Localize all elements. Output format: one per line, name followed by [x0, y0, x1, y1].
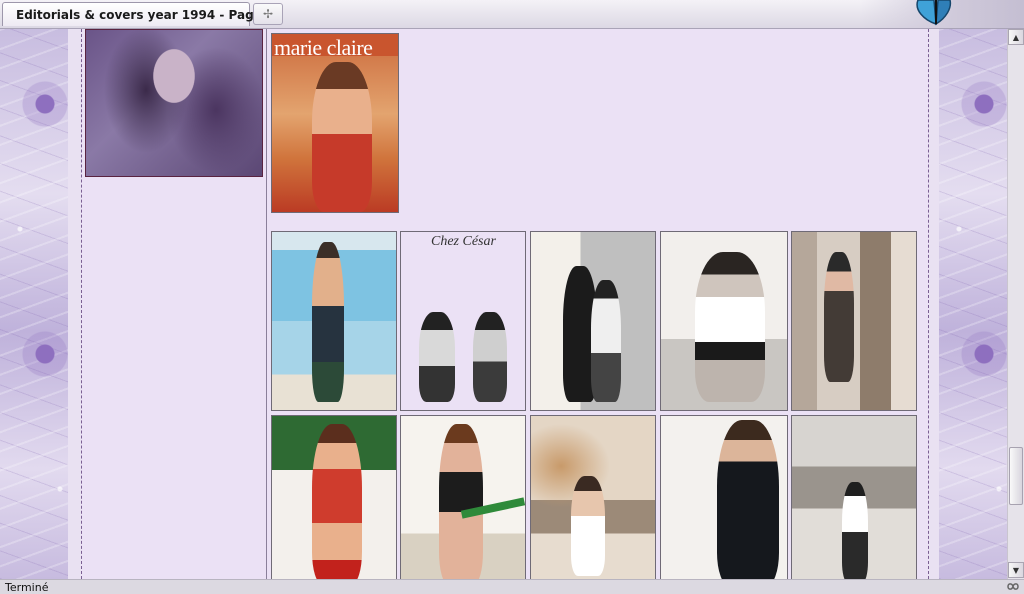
figure [473, 312, 507, 402]
thumbnail-heading: Chez César [431, 234, 496, 249]
tab-title: Editorials & covers year 1994 - Page 2 [16, 7, 275, 22]
cover-headline: marie claire [274, 35, 373, 60]
figure [439, 424, 483, 579]
figure [824, 252, 854, 382]
cover-figure [312, 62, 372, 212]
column-divider [266, 29, 267, 579]
thumbnail-bench[interactable] [400, 415, 526, 579]
avatar[interactable] [85, 29, 263, 177]
new-tab-icon: ✢ [262, 7, 274, 21]
scroll-down-button[interactable]: ▼ [1008, 562, 1024, 578]
thumbnail-rocks[interactable] [530, 415, 656, 579]
figure [312, 242, 344, 402]
figure [591, 280, 621, 402]
tab-editorials[interactable]: Editorials & covers year 1994 - Page 2 [2, 2, 274, 26]
figure [669, 446, 733, 579]
figure [571, 476, 605, 576]
tab-bar: Editorials & covers year 1994 - Page 2 ✢ [0, 0, 1024, 29]
thumbnail-chez-cesar[interactable]: Chez César [400, 231, 526, 411]
vertical-scrollbar[interactable]: ▲ ▼ [1007, 29, 1024, 579]
new-tab-button[interactable]: ✢ [253, 3, 283, 25]
scrollbar-thumb[interactable] [1009, 447, 1023, 505]
scroll-up-button[interactable]: ▲ [1008, 29, 1024, 45]
status-bar: Terminé [0, 579, 1024, 594]
page-viewport: marie claire Chez César [0, 29, 1007, 579]
figure [842, 482, 868, 579]
chevron-down-icon: ▼ [1012, 565, 1020, 575]
status-text: Terminé [5, 581, 49, 594]
thumbnail-polka-dress[interactable] [271, 415, 397, 579]
background-left [0, 29, 68, 579]
chevron-up-icon: ▲ [1012, 32, 1020, 42]
figure [419, 312, 455, 402]
magazine-cover-thumbnail[interactable]: marie claire [271, 33, 399, 213]
figure [312, 424, 362, 579]
thumbnail-seaside-cliff[interactable] [791, 415, 917, 579]
thumbnail-doorway[interactable] [791, 231, 917, 411]
thumbnail-beach-sailor[interactable] [271, 231, 397, 411]
background-right [939, 29, 1007, 579]
thumbnail-couple-street[interactable] [530, 231, 656, 411]
thumbnail-plaid-couple[interactable] [660, 415, 788, 579]
butterfly-icon [916, 0, 952, 26]
figure [695, 252, 765, 402]
infinity-icon [1007, 583, 1019, 590]
thumbnail-white-shirt[interactable] [660, 231, 788, 411]
